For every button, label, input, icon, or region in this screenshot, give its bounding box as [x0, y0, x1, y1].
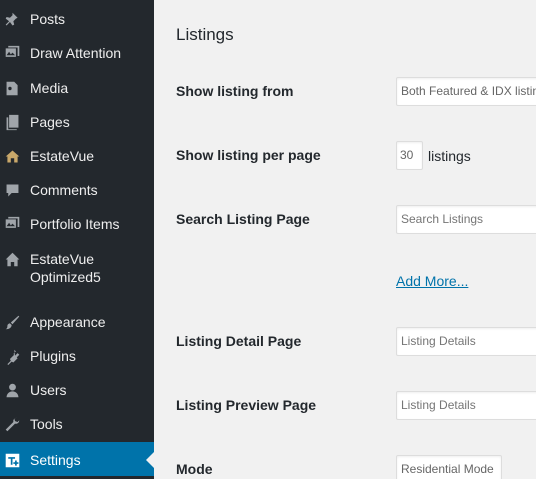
- sidebar-item-appearance[interactable]: Appearance: [0, 313, 154, 331]
- sidebar-item-label: Appearance: [30, 314, 106, 330]
- sidebar-item-tools[interactable]: Tools: [0, 415, 154, 433]
- mode-select[interactable]: Residential Mode: [396, 455, 502, 479]
- search-listing-page-select[interactable]: Search Listings: [396, 205, 536, 234]
- sidebar-item-label: EstateVue: [30, 148, 95, 164]
- show-listing-from-select[interactable]: Both Featured & IDX listings: [396, 77, 536, 106]
- settings-icon: [3, 451, 21, 469]
- sidebar-item-label: Comments: [30, 182, 98, 198]
- settings-content: Listings Show listing from Both Featured…: [154, 0, 536, 479]
- sidebar-item-label: Portfolio Items: [30, 216, 120, 232]
- admin-sidebar: Posts Draw Attention Media Pages EstateV…: [0, 0, 154, 479]
- user-icon: [3, 381, 21, 399]
- active-indicator-arrow: [146, 452, 154, 468]
- wrench-icon: [3, 415, 21, 433]
- sidebar-item-pages[interactable]: Pages: [0, 113, 154, 131]
- section-title: Listings: [176, 25, 234, 44]
- house-icon: [3, 147, 21, 165]
- sidebar-item-plugins[interactable]: Plugins: [0, 347, 154, 365]
- sidebar-item-label-line2: Optimized5: [30, 269, 101, 285]
- sidebar-item-label: Users: [30, 382, 67, 398]
- sidebar-item-users[interactable]: Users: [0, 381, 154, 399]
- sidebar-item-label: Media: [30, 80, 69, 96]
- sidebar-item-comments[interactable]: Comments: [0, 181, 154, 199]
- pushpin-icon: [3, 10, 21, 28]
- sidebar-item-media[interactable]: Media: [0, 79, 154, 97]
- sidebar-item-label: Tools: [30, 416, 63, 432]
- sidebar-item-label: Settings: [30, 452, 81, 468]
- add-more-link[interactable]: Add More...: [396, 273, 468, 289]
- sidebar-item-label: Pages: [30, 114, 70, 130]
- gallery-icon: [3, 44, 21, 62]
- sidebar-item-label-line1: EstateVue: [30, 251, 95, 267]
- pages-icon: [3, 113, 21, 131]
- sidebar-item-portfolio-items[interactable]: Portfolio Items: [0, 215, 154, 233]
- portfolio-icon: [3, 215, 21, 233]
- listing-per-page-suffix: listings: [428, 148, 471, 164]
- listing-preview-page-label: Listing Preview Page: [176, 397, 317, 413]
- sidebar-item-label: Posts: [30, 11, 66, 27]
- comment-icon: [3, 181, 21, 199]
- listing-detail-page-select[interactable]: Listing Details: [396, 327, 536, 356]
- sidebar-item-label: Draw Attention: [30, 45, 122, 61]
- plugin-icon: [3, 347, 21, 365]
- mode-label: Mode: [176, 461, 213, 477]
- paintbrush-icon: [3, 313, 21, 331]
- sidebar-item-posts[interactable]: Posts: [0, 10, 154, 28]
- listing-detail-page-label: Listing Detail Page: [176, 333, 302, 349]
- media-icon: [3, 79, 21, 97]
- sidebar-item-label: EstateVue Optimized5: [30, 250, 101, 286]
- search-listing-page-label: Search Listing Page: [176, 211, 310, 227]
- sidebar-item-label: Plugins: [30, 348, 76, 364]
- home-icon: [3, 250, 21, 268]
- sidebar-item-draw-attention[interactable]: Draw Attention: [0, 44, 154, 62]
- listing-per-page-label: Show listing per page: [176, 147, 321, 163]
- show-listing-from-label: Show listing from: [176, 83, 294, 99]
- listing-per-page-input[interactable]: 30: [396, 141, 423, 170]
- listing-preview-page-select[interactable]: Listing Details: [396, 391, 536, 420]
- sidebar-item-settings[interactable]: Settings: [0, 442, 154, 476]
- sidebar-item-estatevue[interactable]: EstateVue: [0, 147, 154, 165]
- sidebar-item-estatevue-optimized5[interactable]: EstateVue Optimized5: [0, 250, 154, 286]
